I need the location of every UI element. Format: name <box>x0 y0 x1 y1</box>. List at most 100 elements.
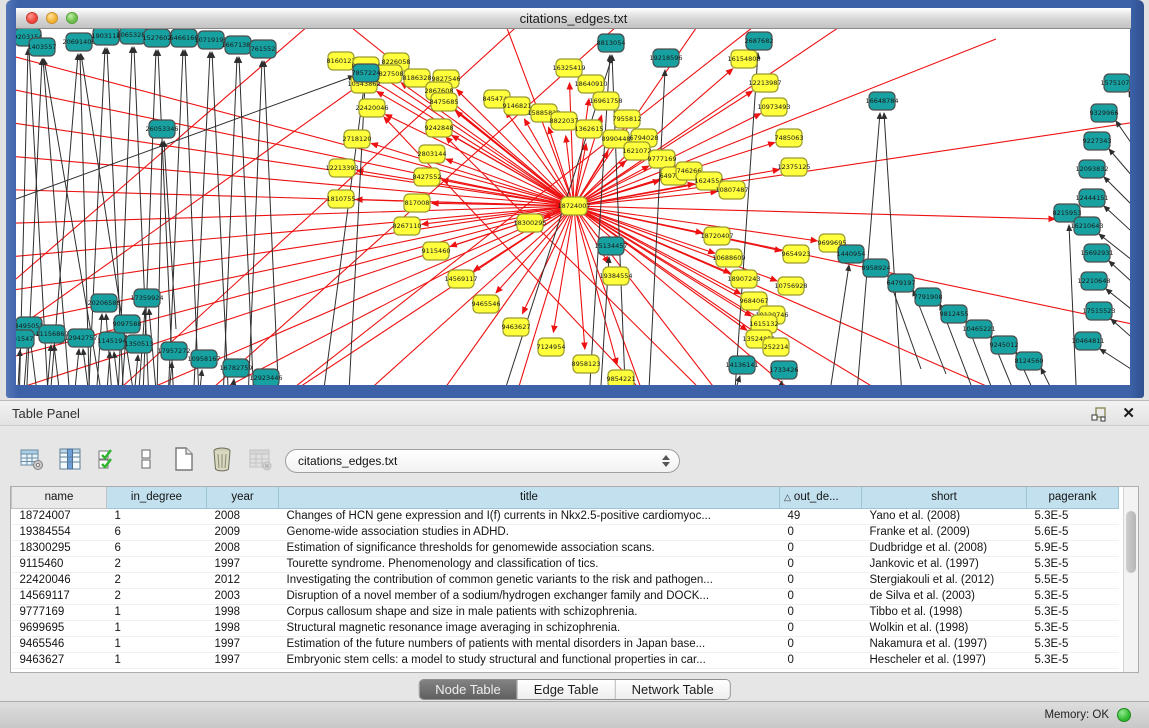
table-scrollbar[interactable] <box>1123 487 1138 672</box>
table-cell: 2 <box>107 572 207 588</box>
row-height-button[interactable] <box>132 445 160 473</box>
table-cell: 5.9E-5 <box>1027 540 1119 556</box>
graph-node-label: 817008 <box>405 199 430 207</box>
tab-network-table[interactable]: Network Table <box>615 680 730 699</box>
graph-node-label: 26053346 <box>145 125 178 133</box>
table-cell: 49 <box>780 508 862 524</box>
table-scrollbar-thumb[interactable] <box>1126 511 1136 573</box>
table-cell: Yano et al. (2008) <box>862 508 1027 524</box>
network-window-titlebar[interactable]: citations_edges.txt <box>16 8 1131 29</box>
table-cell: 1 <box>107 604 207 620</box>
checklist-icon <box>97 447 119 471</box>
table-row[interactable]: 946554611997Estimation of the future num… <box>12 636 1119 652</box>
graph-node-label: 9227343 <box>1083 137 1112 145</box>
graph-node-label: 22420046 <box>355 104 388 112</box>
network-canvas[interactable]: 8160123891295482260589827508818632898275… <box>16 29 1130 385</box>
tab-node-table[interactable]: Node Table <box>419 680 517 699</box>
tab-edge-table[interactable]: Edge Table <box>517 680 615 699</box>
graph-node-label: 7857224 <box>352 69 381 77</box>
table-gear-icon <box>20 447 44 471</box>
table-row[interactable]: 1938455462009Genome-wide association stu… <box>12 524 1119 540</box>
graph-node-label: 7485063 <box>775 134 804 142</box>
column-header-in_degree[interactable]: in_degree <box>107 487 207 508</box>
network-view-window: citations_edges.txt 81601238912954822605… <box>6 0 1144 398</box>
graph-node-label: 15134457 <box>594 242 627 250</box>
column-header-title[interactable]: title <box>279 487 780 508</box>
graph-node-label: 17515523 <box>1082 307 1115 315</box>
table-row[interactable]: 2242004622012Investigating the contribut… <box>12 572 1119 588</box>
table-row[interactable]: 911546021997Tourette syndrome. Phenomeno… <box>12 556 1119 572</box>
new-column-button[interactable] <box>170 445 198 473</box>
graph-node-label: 10973493 <box>757 103 790 111</box>
graph-node-label: 16648784 <box>865 97 898 105</box>
graph-node-label: 8186328 <box>403 74 432 82</box>
close-panel-icon[interactable]: ✕ <box>1122 404 1135 422</box>
table-column-icon <box>58 447 82 471</box>
graph-node-label: 10958167 <box>187 355 220 363</box>
table-cell: 0 <box>780 588 862 604</box>
graph-node-label: 12942757 <box>64 334 97 342</box>
show-columns-button[interactable] <box>56 445 84 473</box>
graph-node-label: 16325419 <box>552 64 585 72</box>
table-cell: Jankovic et al. (1997) <box>862 556 1027 572</box>
column-header-out_de[interactable]: △out_de... <box>780 487 862 508</box>
table-cell: 1997 <box>207 636 279 652</box>
graph-node-label: 9097588 <box>113 320 142 328</box>
table-selector-dropdown[interactable]: citations_edges.txt <box>285 449 680 473</box>
status-bar: Memory: OK <box>0 701 1149 728</box>
graph-node-label: 15751074 <box>1100 79 1130 87</box>
graph-node-label: 761552 <box>251 45 276 53</box>
table-cell: 1997 <box>207 556 279 572</box>
graph-node-label: 2803144 <box>418 150 447 158</box>
graph-node-label: 18640910 <box>574 80 607 88</box>
table-panel-title: Table Panel <box>12 406 80 421</box>
table-cell: 1998 <box>207 620 279 636</box>
graph-node-label: 6479197 <box>887 279 916 287</box>
table-cell: 5.3E-5 <box>1027 556 1119 572</box>
table-cell: 5.3E-5 <box>1027 620 1119 636</box>
table-cell: Wolkin et al. (1998) <box>862 620 1027 636</box>
table-cell: 5.3E-5 <box>1027 604 1119 620</box>
table-row[interactable]: 977716911998Corpus callosum shape and si… <box>12 604 1119 620</box>
graph-node-label: 10464811 <box>1071 337 1104 345</box>
column-header-pagerank[interactable]: pagerank <box>1027 487 1119 508</box>
graph-node-label: 7955812 <box>613 115 642 123</box>
table-panel: Table Panel ✕ <box>0 400 1149 727</box>
delete-table-icon <box>248 447 272 471</box>
graph-node-label: 9463627 <box>502 323 531 331</box>
table-cell: Changes of HCN gene expression and I(f) … <box>279 508 780 524</box>
graph-node-label: 12375125 <box>777 163 810 171</box>
graph-node-label: 18720407 <box>700 232 733 240</box>
float-panel-icon[interactable] <box>1091 406 1107 422</box>
graph-node-label: 9812455 <box>940 310 969 318</box>
graph-node-label: 8958123 <box>572 360 601 368</box>
delete-column-button[interactable] <box>208 445 236 473</box>
graph-node-label: 10807487 <box>715 186 748 194</box>
select-columns-button[interactable] <box>94 445 122 473</box>
table-cell: Corpus callosum shape and size in male p… <box>279 604 780 620</box>
trash-icon <box>210 446 234 472</box>
column-header-year[interactable]: year <box>207 487 279 508</box>
table-row[interactable]: 1456911722003Disruption of a novel membe… <box>12 588 1119 604</box>
column-header-name[interactable]: name <box>12 487 107 508</box>
graph-node-label: 16961758 <box>589 97 622 105</box>
table-cell: 19384554 <box>12 524 107 540</box>
graph-node-label: 9684067 <box>740 297 769 305</box>
table-cell: 1997 <box>207 652 279 668</box>
table-mode-button[interactable] <box>18 445 46 473</box>
table-row[interactable]: 1872400712008Changes of HCN gene express… <box>12 508 1119 524</box>
table-toolbar: f(x) <box>18 441 312 477</box>
table-row[interactable]: 1830029562008Estimation of significance … <box>12 540 1119 556</box>
graph-node-label: 8958924 <box>862 264 891 272</box>
table-cell: 2 <box>107 588 207 604</box>
graph-node-label: 12213393 <box>325 164 358 172</box>
memory-status-indicator[interactable] <box>1117 708 1131 722</box>
delete-table-button[interactable] <box>246 445 274 473</box>
graph-node-label: 8990448 <box>602 135 631 143</box>
column-header-short[interactable]: short <box>862 487 1027 508</box>
graph-node-label: 8124560 <box>1015 357 1044 365</box>
table-row[interactable]: 946362711997Embryonic stem cells: a mode… <box>12 652 1119 668</box>
table-cell: 2009 <box>207 524 279 540</box>
node-table: namein_degreeyeartitle△out_de...shortpag… <box>10 486 1139 673</box>
table-row[interactable]: 969969511998Structural magnetic resonanc… <box>12 620 1119 636</box>
